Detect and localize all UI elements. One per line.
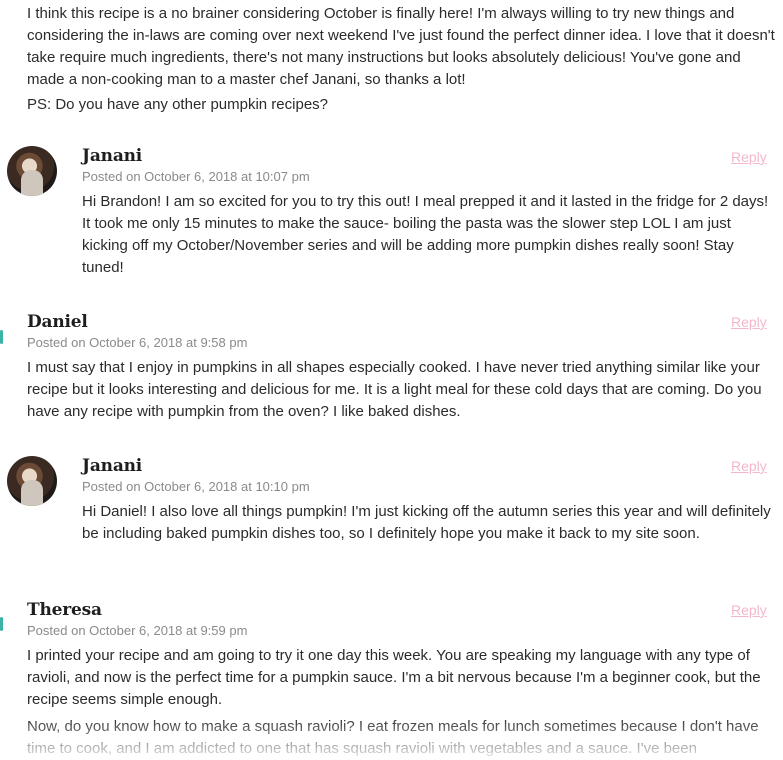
comment-text: Hi Daniel! I also love all things pumpki… [82, 503, 771, 542]
comment-body-top: I think this recipe is a no brainer cons… [27, 3, 777, 116]
edge-marker [0, 330, 3, 344]
comment-janani-2: Janani Posted on October 6, 2018 at 10:1… [82, 455, 772, 545]
reply-link[interactable]: Reply [731, 314, 767, 330]
comment-text-continued: Now, do you know how to make a squash ra… [27, 718, 759, 757]
edge-marker [0, 617, 3, 631]
comment-daniel: Daniel Posted on October 6, 2018 at 9:58… [27, 311, 777, 423]
comment-author: Theresa [27, 600, 102, 620]
comment-author: Daniel [27, 312, 88, 332]
comment-timestamp: Posted on October 6, 2018 at 10:07 pm [82, 169, 310, 184]
avatar [7, 146, 57, 196]
comment-timestamp: Posted on October 6, 2018 at 9:59 pm [27, 623, 248, 638]
avatar [7, 456, 57, 506]
comment-author: Janani [82, 146, 143, 166]
comment-author: Janani [82, 456, 143, 476]
comment-janani-1: Janani Posted on October 6, 2018 at 10:0… [82, 145, 772, 279]
comment-timestamp: Posted on October 6, 2018 at 9:58 pm [27, 335, 248, 350]
comment-timestamp: Posted on October 6, 2018 at 10:10 pm [82, 479, 310, 494]
comment-theresa: Theresa Posted on October 6, 2018 at 9:5… [27, 599, 777, 760]
comment-text: I must say that I enjoy in pumpkins in a… [27, 359, 762, 420]
comment-ps-text: PS: Do you have any other pumpkin recipe… [27, 96, 329, 113]
comment-text: I think this recipe is a no brainer cons… [27, 5, 775, 88]
reply-link[interactable]: Reply [731, 458, 767, 474]
reply-link[interactable]: Reply [731, 602, 767, 618]
reply-link[interactable]: Reply [731, 149, 767, 165]
comment-text: I printed your recipe and am going to tr… [27, 647, 761, 708]
comment-text: Hi Brandon! I am so excited for you to t… [82, 193, 769, 276]
